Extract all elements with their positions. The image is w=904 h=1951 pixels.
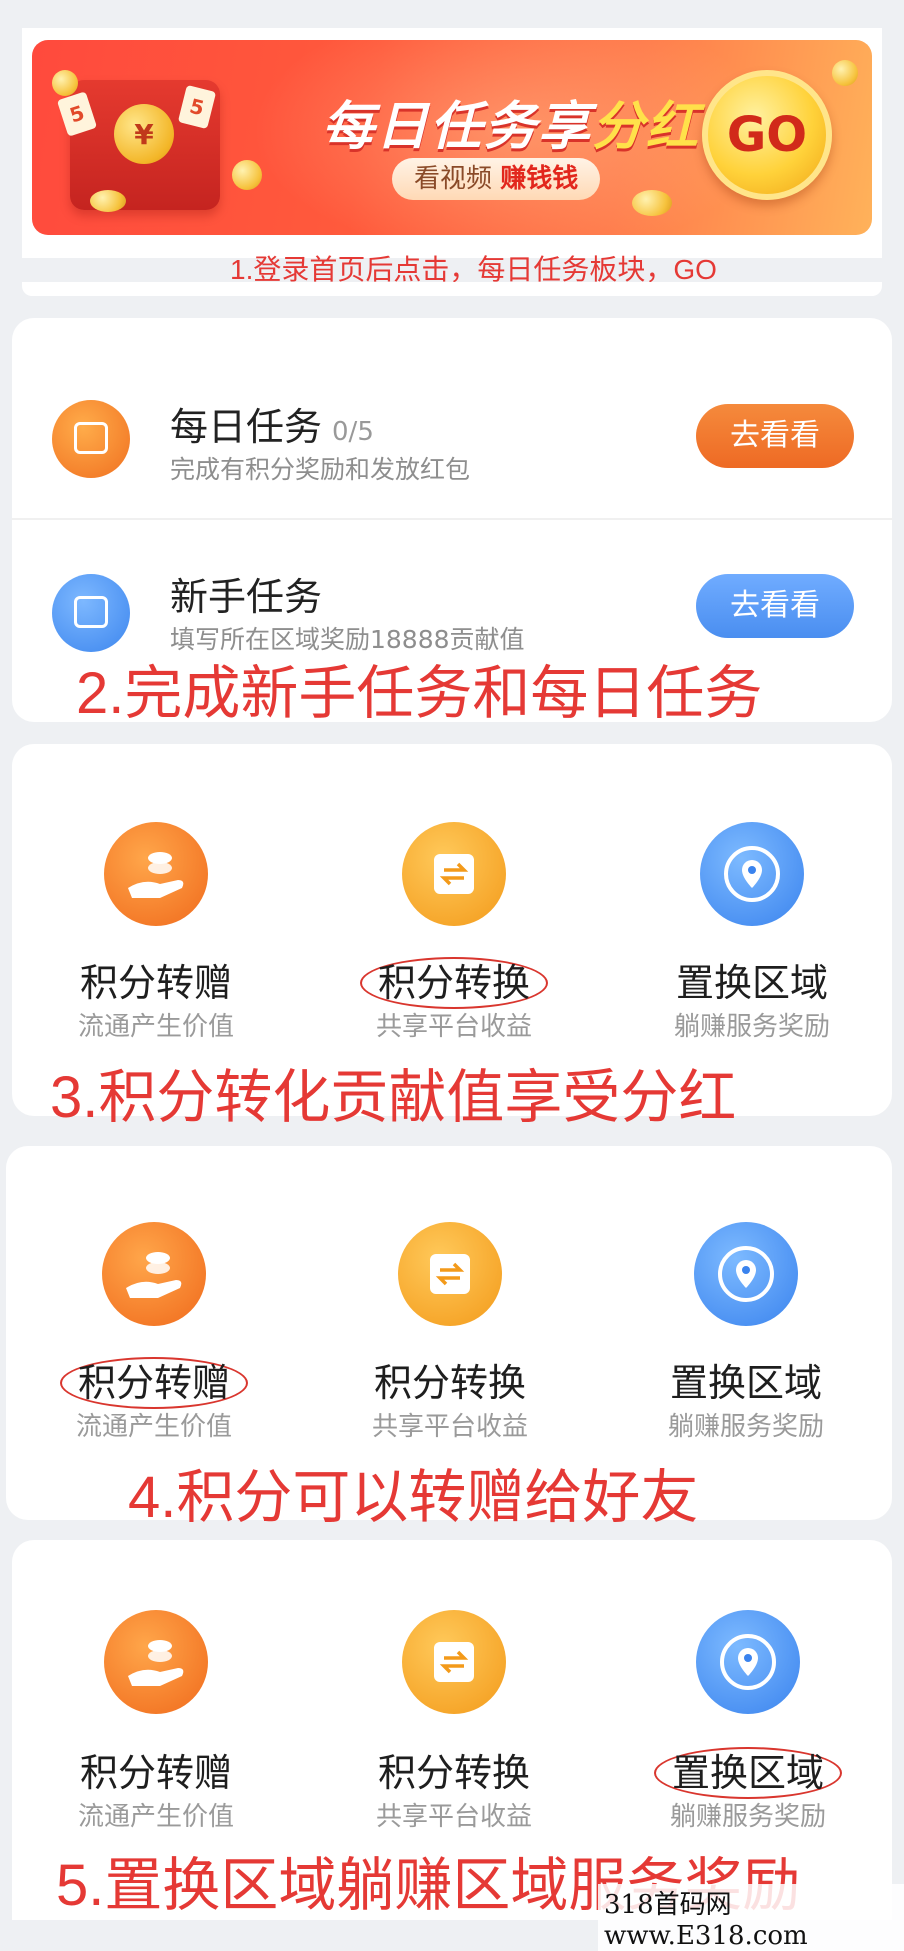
highlight-circle: 积分转换 (359, 957, 548, 1009)
id-card-icon-glyph (74, 596, 108, 628)
points-transfer-title[interactable]: 积分转赠 (24, 1352, 284, 1409)
feature-grid-card-2: 积分转赠 流通产生价值 积分转换 共享平台收益 置换区域 躺赚服务奖励 4.积分… (6, 1146, 892, 1530)
gold-coin-icon (832, 60, 858, 86)
gold-coin-icon (52, 70, 78, 96)
highlight-circle: 置换区域 (653, 1747, 842, 1799)
points-transfer-title[interactable]: 积分转赠 (26, 952, 286, 1007)
region-swap-desc: 躺赚服务奖励 (667, 1412, 824, 1442)
points-transfer-icon[interactable] (104, 1610, 208, 1714)
points-exchange-title[interactable]: 积分转换 (320, 1352, 580, 1407)
yuan-coin-icon: ¥ (114, 104, 174, 164)
banner-title-highlight: 分红 (592, 97, 701, 157)
banner-subtitle: 看视频 赚钱钱 (392, 158, 601, 200)
step-3-annotation: 3.积分转化贡献值享受分红 (50, 1065, 737, 1130)
points-transfer-desc: 流通产生价值 (77, 1012, 234, 1042)
points-exchange-desc: 共享平台收益 (375, 1802, 532, 1832)
daily-task-title: 每日任务 0/5 (170, 405, 374, 449)
calendar-icon (52, 400, 130, 478)
banner-subtitle-emphasis: 赚钱钱 (500, 164, 579, 194)
points-transfer-desc: 流通产生价值 (77, 1802, 234, 1832)
task-divider (12, 518, 892, 520)
feature-grid-card-1: 积分转赠 流通产生价值 积分转换 共享平台收益 置换区域 躺赚服务奖励 3.积分… (12, 744, 892, 1130)
daily-task-go-button[interactable]: 去看看 (696, 404, 854, 468)
points-exchange-title[interactable]: 积分转换 (324, 1742, 584, 1797)
region-swap-desc: 躺赚服务奖励 (669, 1802, 826, 1832)
daily-task-banner[interactable]: ¥ 5 5 每日任务享分红 看视频 赚钱钱 GO (32, 40, 872, 235)
highlight-circle: 积分转赠 (59, 1357, 248, 1409)
newbie-task-go-button[interactable]: 去看看 (696, 574, 854, 638)
banner-title: 每日任务享分红 (322, 97, 701, 157)
points-transfer-title[interactable]: 积分转赠 (26, 1742, 286, 1797)
points-transfer-desc: 流通产生价值 (75, 1412, 232, 1442)
id-card-icon (52, 574, 130, 652)
points-exchange-icon[interactable] (402, 1610, 506, 1714)
site-watermark: 318首码网 www.E318.com (598, 1884, 904, 1951)
points-transfer-icon[interactable] (104, 822, 208, 926)
gold-coin-icon (90, 190, 126, 212)
region-swap-title[interactable]: 置换区域 (622, 952, 882, 1007)
points-exchange-desc: 共享平台收益 (371, 1412, 528, 1442)
gold-coin-icon (632, 190, 672, 216)
region-swap-icon[interactable] (700, 822, 804, 926)
points-exchange-icon[interactable] (402, 822, 506, 926)
region-swap-title[interactable]: 置换区域 (618, 1742, 878, 1799)
go-button[interactable]: GO (702, 70, 832, 200)
newbie-task-title: 新手任务 (170, 575, 323, 619)
banner-bottom-edge (22, 282, 882, 296)
region-swap-icon[interactable] (696, 1610, 800, 1714)
gold-coin-icon (232, 160, 262, 190)
points-transfer-icon[interactable] (102, 1222, 206, 1326)
task-card: 每日任务 0/5 完成有积分奖励和发放红包 去看看 新手任务 填写所在区域奖励18… (12, 318, 892, 726)
points-exchange-desc: 共享平台收益 (375, 1012, 532, 1042)
region-swap-icon[interactable] (694, 1222, 798, 1326)
daily-task-count: 0/5 (332, 417, 374, 447)
daily-task-desc: 完成有积分奖励和发放红包 (170, 455, 471, 484)
calendar-icon-glyph (74, 422, 108, 454)
step-4-annotation: 4.积分可以转赠给好友 (128, 1465, 699, 1530)
feature-grid-card-3: 积分转赠 流通产生价值 积分转换 共享平台收益 置换区域 躺赚服务奖励 5.置换… (12, 1540, 892, 1920)
region-swap-desc: 躺赚服务奖励 (673, 1012, 830, 1042)
region-swap-title[interactable]: 置换区域 (616, 1352, 876, 1407)
points-exchange-title[interactable]: 积分转换 (324, 952, 584, 1009)
points-exchange-icon[interactable] (398, 1222, 502, 1326)
step-2-annotation: 2.完成新手任务和每日任务 (76, 661, 763, 726)
